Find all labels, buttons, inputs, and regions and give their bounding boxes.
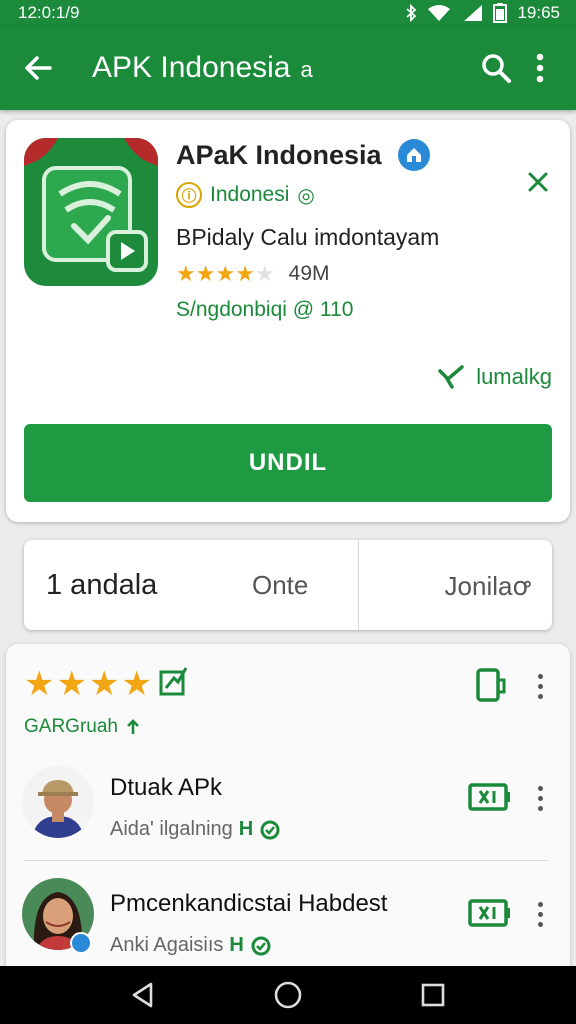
check-icon <box>438 365 464 389</box>
app-icon[interactable] <box>24 138 158 286</box>
reviewer-subtitle-text: Anki Agaisiıs <box>110 934 224 956</box>
star-icon: ★ <box>88 664 120 703</box>
verified-badge-icon <box>251 936 271 955</box>
back-arrow-icon[interactable] <box>18 48 58 88</box>
app-name: APaK Indonesia <box>176 140 382 170</box>
reviewer-badge-text: H <box>238 818 254 840</box>
status-icons: 19:65 <box>405 3 560 23</box>
status-bar: 12:0:1/9 19:65 <box>0 0 576 26</box>
star-icon: ★ <box>24 664 55 703</box>
verified-badge-icon <box>260 820 280 839</box>
status-time: 12:0:1/9 <box>18 3 80 22</box>
info-downloads: 1 andala <box>46 568 158 601</box>
developer-link-icon: ◎ <box>297 184 315 207</box>
app-size: 49M <box>288 262 330 285</box>
reviewer-name: Pmcenkandicstai Habdest <box>110 890 388 917</box>
app-bar: APK Indonesia a <box>0 26 576 110</box>
star-icon: ★ <box>176 261 196 286</box>
info-strip: 1 andala Onte Jonilaꝍ <box>24 540 552 630</box>
review-divider <box>24 860 548 861</box>
avatar-badge-icon <box>70 932 92 954</box>
star-icon: ★ <box>254 261 275 286</box>
reviewer-subtitle-text: Aida' ilgalning <box>110 818 233 840</box>
developer-badge-icon: ⓘ <box>176 182 202 208</box>
review-more-icon[interactable] <box>528 780 552 816</box>
more-vert-icon[interactable] <box>518 46 562 90</box>
reviewer-subtitle: Aida' ilgalning H <box>110 818 281 841</box>
review-rating-row: ★ ★ ★ ★ <box>24 666 188 701</box>
review-item[interactable]: Dtuak APk Aida' ilgalning H <box>6 756 570 866</box>
write-review-icon[interactable] <box>158 666 188 701</box>
status-clock: 19:65 <box>517 3 560 22</box>
rating-row: ★ ★ ★ ★ ★ 49M <box>176 262 330 286</box>
app-bar-title: APK Indonesia a <box>92 51 474 85</box>
reviewer-name: Dtuak APk <box>110 774 223 801</box>
battery-icon <box>468 898 512 933</box>
nav-recents-icon[interactable] <box>411 973 455 1017</box>
star-icon: ★ <box>121 664 152 703</box>
app-bar-title-suffix: a <box>300 57 313 82</box>
nav-back-icon[interactable] <box>121 973 165 1017</box>
bluetooth-icon <box>405 4 417 22</box>
reviewer-badge-text: H <box>229 934 244 956</box>
battery-status-icon <box>493 3 508 23</box>
system-nav-bar <box>0 966 576 1024</box>
review-more-icon[interactable] <box>528 896 552 932</box>
install-button[interactable]: UNDIL <box>24 424 552 502</box>
wifi-icon <box>427 4 451 22</box>
star-icon: ★ <box>215 261 236 286</box>
verified-icon <box>398 139 430 171</box>
rating-stars: ★ ★ ★ ★ ★ <box>176 263 275 285</box>
star-icon: ★ <box>235 261 255 286</box>
search-icon[interactable] <box>474 46 518 90</box>
star-icon: ★ <box>56 664 87 703</box>
review-stars: ★ ★ ★ ★ <box>24 667 152 701</box>
reviews-more-icon[interactable] <box>528 668 552 704</box>
arrow-up-icon <box>127 719 139 734</box>
secondary-action-link[interactable]: lumalkg <box>438 364 552 390</box>
nav-home-icon[interactable] <box>266 973 310 1017</box>
star-icon: ★ <box>195 261 216 286</box>
reviews-card: ★ ★ ★ ★ GARGruah Dtuak APk Aida' ilgalning … <box>6 644 570 974</box>
app-details-card: APaK Indonesia ⓘ Indonesi ◎ BPidaly Calu… <box>6 120 570 522</box>
review-summary: GARGruah <box>24 716 140 738</box>
avatar <box>22 766 94 838</box>
developer-name: Indonesi <box>210 183 290 206</box>
secondary-action-label: lumalkg <box>476 364 552 389</box>
phone-icon[interactable] <box>474 668 510 707</box>
signal-icon <box>461 4 483 22</box>
reviewer-subtitle: Anki Agaisiıs H <box>110 934 272 957</box>
developer-row[interactable]: ⓘ Indonesi ◎ <box>176 182 315 208</box>
app-meta: S/ngdonbiqi @ 110 <box>176 298 354 321</box>
review-summary-text: GARGruah <box>24 716 118 737</box>
info-online: Onte <box>252 569 309 600</box>
battery-icon <box>468 782 512 817</box>
app-bar-title-text: APK Indonesia <box>92 51 291 84</box>
review-item[interactable]: Pmcenkandicstai Habdest Anki Agaisiıs H <box>6 870 570 980</box>
info-link[interactable]: Jonilaꝍ <box>359 567 552 603</box>
app-tagline: BPidaly Calu imdontayam <box>176 224 440 250</box>
close-icon[interactable] <box>520 164 556 200</box>
